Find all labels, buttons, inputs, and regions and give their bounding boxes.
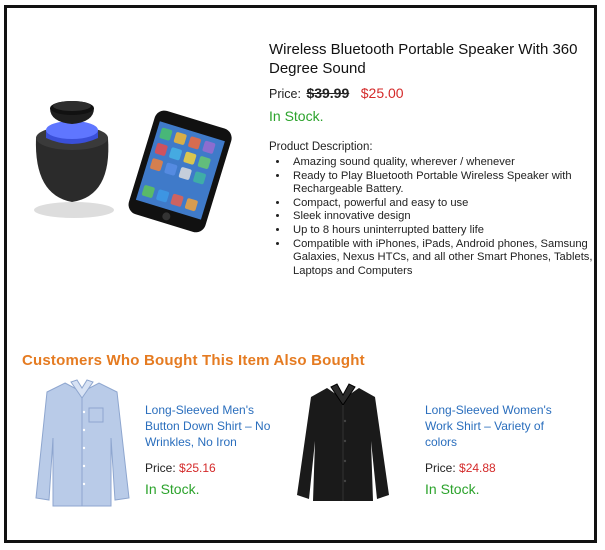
sale-price: $25.00 <box>360 85 404 101</box>
description-bullet: Sleek innovative design <box>289 210 605 224</box>
recommendation-price: Price: $25.16 <box>145 461 216 475</box>
recommendation-link-womens-shirt[interactable]: Long-Sleeved Women's Work Shirt – Variet… <box>425 402 570 450</box>
description-bullet: Ready to Play Bluetooth Portable Wireles… <box>289 170 605 197</box>
recommendations-title: Customers Who Bought This Item Also Boug… <box>22 352 365 369</box>
description-list: Amazing sound quality, wherever / whenev… <box>269 156 605 278</box>
stock-status: In Stock. <box>269 108 324 124</box>
recommendation-stock: In Stock. <box>425 481 480 497</box>
price-label: Price: <box>425 461 456 475</box>
product-page-frame: Wireless Bluetooth Portable Speaker With… <box>4 5 597 543</box>
description-bullet: Amazing sound quality, wherever / whenev… <box>289 156 605 170</box>
recommendation-price: Price: $24.88 <box>425 461 496 475</box>
womens-shirt-image[interactable] <box>293 383 393 503</box>
description-bullet: Compact, powerful and easy to use <box>289 197 605 211</box>
price-label: Price: <box>145 461 176 475</box>
price-row: Price: $39.99 $25.00 <box>269 85 404 101</box>
description-title: Product Description: <box>269 141 373 153</box>
description-bullet: Up to 8 hours uninterrupted battery life <box>289 224 605 238</box>
price-label: Price: <box>269 87 301 101</box>
recommendation-stock: In Stock. <box>145 481 200 497</box>
product-image[interactable] <box>22 90 252 240</box>
product-title: Wireless Bluetooth Portable Speaker With… <box>269 41 578 77</box>
recommendation-link-mens-shirt[interactable]: Long-Sleeved Men's Button Down Shirt – N… <box>145 402 290 450</box>
price-value: $25.16 <box>179 461 216 475</box>
price-value: $24.88 <box>459 461 496 475</box>
mens-shirt-image[interactable] <box>35 378 130 508</box>
description-bullet: Compatible with iPhones, iPads, Android … <box>289 238 605 279</box>
old-price: $39.99 <box>306 85 350 101</box>
